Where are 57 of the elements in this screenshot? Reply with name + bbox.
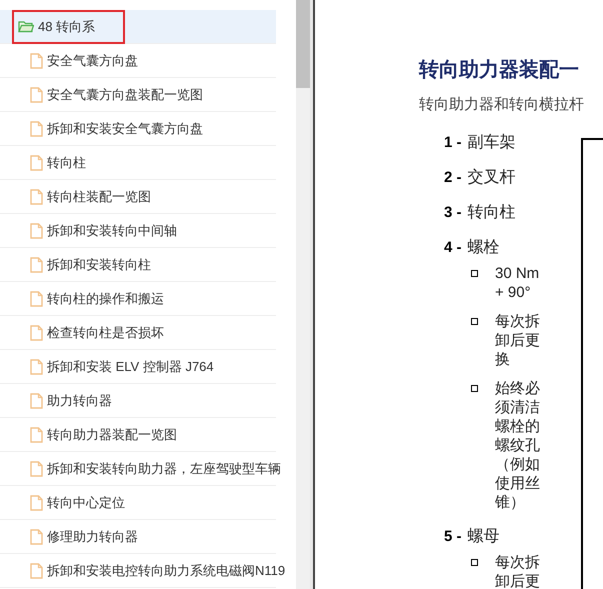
- scrollbar[interactable]: [296, 0, 310, 589]
- legend-number: 2 -: [444, 168, 462, 188]
- document-icon: [30, 52, 43, 68]
- document-icon: [30, 222, 43, 238]
- document-icon: [30, 324, 43, 340]
- legend-number: 5 -: [444, 526, 462, 547]
- legend-text: 螺栓: [468, 238, 500, 258]
- item-label: 转向柱装配一览图: [47, 188, 151, 206]
- item-label: 转向中心定位: [47, 494, 125, 512]
- sidebar-item[interactable]: 48 转向系: [0, 10, 276, 44]
- scrollbar-thumb[interactable]: [296, 0, 310, 88]
- item-label: 48 转向系: [38, 18, 96, 36]
- folder-icon: [18, 20, 34, 33]
- item-label: 拆卸和安装电控转向助力系统电磁阀N119: [47, 562, 286, 580]
- note-text: 每次拆卸后更: [495, 553, 541, 589]
- legend-text: 交叉杆: [468, 168, 516, 188]
- document-icon: [30, 392, 43, 408]
- document-icon: [30, 290, 43, 306]
- item-label: 拆卸和安装转向柱: [47, 256, 151, 274]
- legend-number: 1 -: [444, 132, 462, 153]
- legend-number: 3 -: [444, 202, 462, 223]
- document-icon: [30, 426, 43, 442]
- item-label: 拆卸和安装 ELV 控制器 J764: [47, 358, 214, 376]
- item-label: 安全气囊方向盘: [47, 52, 138, 70]
- document-icon: [30, 86, 43, 102]
- item-label: 安全气囊方向盘装配一览图: [47, 86, 203, 104]
- legend-text: 转向柱: [468, 203, 516, 223]
- item-label: 拆卸和安装转向中间轴: [47, 222, 177, 240]
- item-label: 转向助力器装配一览图: [47, 426, 177, 444]
- document-icon: [30, 188, 43, 204]
- checkbox-bullet-icon: [471, 270, 478, 277]
- checkbox-bullet-icon: [471, 559, 478, 566]
- legend-text: 螺母: [468, 526, 500, 547]
- item-label: 助力转向器: [47, 392, 112, 410]
- checkbox-bullet-icon: [471, 318, 478, 325]
- document-icon: [30, 256, 43, 272]
- note-text: 始终必须清洁螺栓的螺纹孔（例如使用丝锥）: [495, 379, 541, 512]
- document-icon: [30, 494, 43, 510]
- document-title: 转向助力器装配一: [419, 58, 580, 82]
- legend-text: 副车架: [468, 132, 516, 153]
- item-label: 拆卸和安装转向助力器，左座驾驶型车辆: [47, 460, 281, 478]
- checkbox-bullet-icon: [471, 385, 478, 392]
- document-icon: [30, 562, 43, 578]
- document-icon: [30, 358, 43, 374]
- legend-number: 4 -: [444, 238, 462, 258]
- item-label: 转向柱的操作和搬运: [47, 290, 164, 308]
- document-icon: [30, 460, 43, 476]
- document-icon: [30, 154, 43, 170]
- note-text: 30 Nm + 90°: [495, 264, 540, 302]
- document-icon: [30, 528, 43, 544]
- document-subtitle: 转向助力器和转向横拉杆: [419, 95, 585, 115]
- item-label: 转向柱: [47, 154, 86, 172]
- item-label: 检查转向柱是否损坏: [47, 324, 164, 342]
- document-icon: [30, 120, 43, 136]
- item-label: 修理助力转向器: [47, 528, 138, 546]
- note-text: 每次拆卸后更换: [495, 312, 541, 369]
- item-label: 拆卸和安装安全气囊方向盘: [47, 120, 203, 138]
